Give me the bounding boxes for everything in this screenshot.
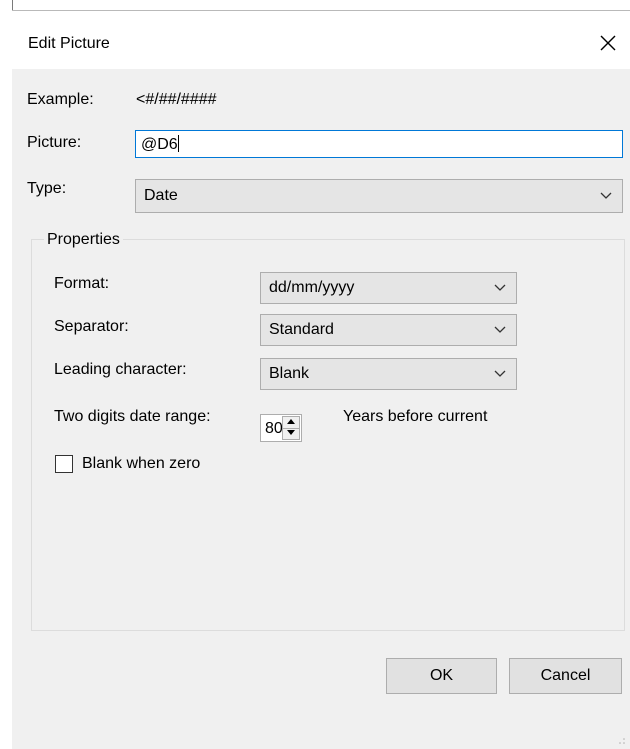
cancel-button[interactable]: Cancel — [509, 658, 622, 694]
chevron-down-icon — [494, 370, 506, 377]
chevron-down-icon — [600, 192, 612, 199]
blank-when-zero-checkbox[interactable] — [55, 455, 73, 473]
leading-character-label: Leading character: — [54, 361, 187, 378]
spin-down-button[interactable] — [283, 428, 299, 439]
picture-input-value: @D6 — [141, 136, 178, 153]
leading-character-dropdown-value: Blank — [269, 365, 310, 382]
format-dropdown-value: dd/mm/yyyy — [269, 279, 355, 296]
example-label: Example: — [27, 91, 94, 108]
picture-input[interactable]: @D6 — [135, 130, 623, 158]
blank-when-zero-label[interactable]: Blank when zero — [82, 455, 200, 473]
title-bar: Edit Picture — [12, 11, 630, 69]
separator-dropdown[interactable]: Standard — [260, 314, 517, 346]
dialog-title: Edit Picture — [28, 35, 110, 52]
resize-grip-icon[interactable] — [618, 737, 626, 745]
triangle-down-icon — [287, 430, 295, 435]
picture-label: Picture: — [27, 134, 82, 151]
date-range-spinner[interactable] — [282, 416, 300, 440]
close-button[interactable] — [588, 25, 628, 61]
leading-character-dropdown[interactable]: Blank — [260, 358, 517, 390]
edit-picture-dialog: Edit Picture Example: <#/##/#### Picture… — [12, 10, 630, 749]
date-range-value: 80 — [265, 420, 283, 437]
properties-group-title: Properties — [44, 231, 123, 249]
type-dropdown-value: Date — [144, 187, 178, 204]
chevron-down-icon — [494, 326, 506, 333]
chevron-down-icon — [494, 284, 506, 291]
ok-button[interactable]: OK — [386, 658, 497, 694]
date-range-suffix: Years before current — [343, 408, 488, 425]
format-dropdown[interactable]: dd/mm/yyyy — [260, 272, 517, 304]
separator-dropdown-value: Standard — [269, 321, 334, 338]
close-icon — [600, 35, 616, 51]
type-dropdown[interactable]: Date — [135, 179, 623, 213]
separator-label: Separator: — [54, 318, 129, 335]
date-range-label: Two digits date range: — [54, 408, 211, 425]
triangle-up-icon — [287, 419, 295, 424]
format-label: Format: — [54, 275, 110, 292]
example-value: <#/##/#### — [136, 91, 217, 108]
type-label: Type: — [27, 180, 67, 197]
text-caret — [177, 135, 179, 152]
